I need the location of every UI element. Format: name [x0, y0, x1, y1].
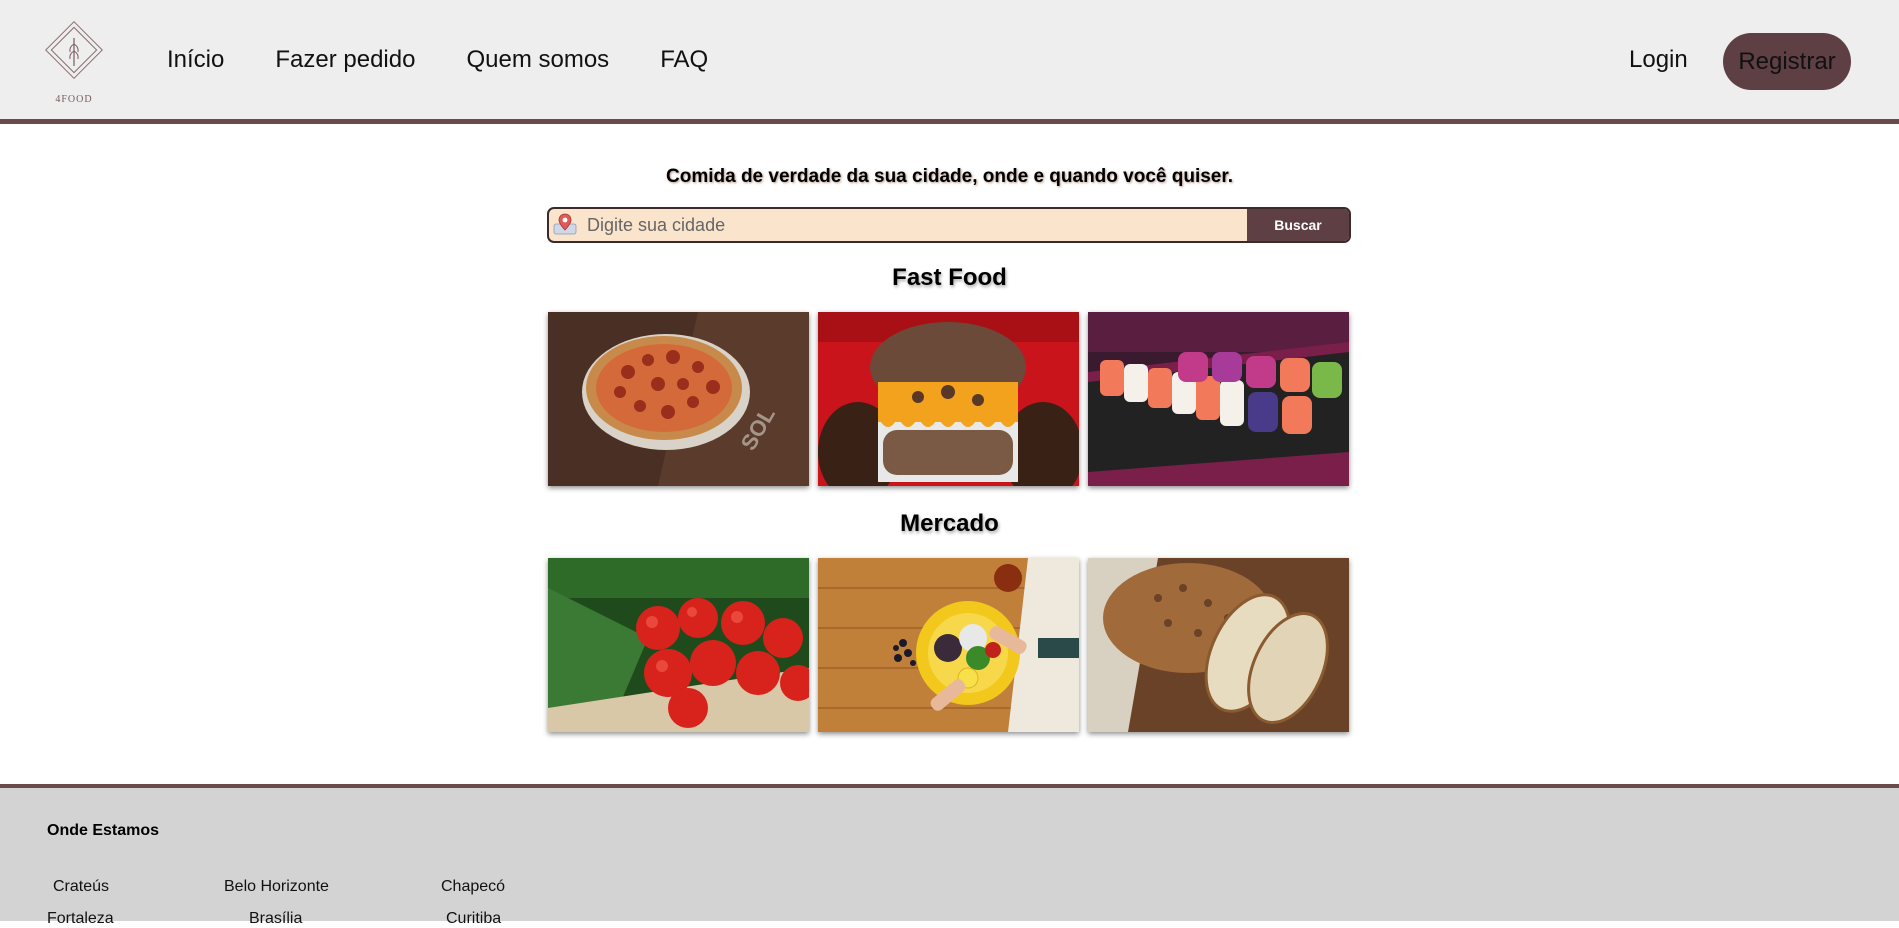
- fast-food-grid: SOL: [548, 312, 1349, 486]
- burger-image: [818, 312, 1079, 486]
- tile-sushi[interactable]: [1088, 312, 1349, 486]
- nav-faq[interactable]: FAQ: [660, 46, 708, 74]
- section-title-mercado: Mercado: [900, 510, 999, 537]
- tomatoes-image: [548, 558, 809, 732]
- logo-text: 4FOOD: [55, 94, 93, 105]
- login-link[interactable]: Login: [1629, 46, 1688, 74]
- tile-tomatoes[interactable]: [548, 558, 809, 732]
- sushi-image: [1088, 312, 1349, 486]
- city-search-input[interactable]: [587, 209, 1287, 241]
- search-button[interactable]: Buscar: [1247, 209, 1349, 241]
- tile-bread[interactable]: [1088, 558, 1349, 732]
- site-footer: Onde Estamos Crateús Belo Horizonte Chap…: [0, 784, 1899, 927]
- tile-salad[interactable]: [818, 558, 1079, 732]
- mercado-grid: [548, 558, 1349, 732]
- map-pin-icon: [553, 213, 577, 235]
- nav-fazer-pedido[interactable]: Fazer pedido: [275, 46, 415, 74]
- city-item-curitiba[interactable]: Curitiba: [446, 910, 501, 928]
- bread-image: [1088, 558, 1349, 732]
- salad-image: [818, 558, 1079, 732]
- footer-title: Onde Estamos: [47, 822, 160, 839]
- site-header: 4FOOD Início Fazer pedido Quem somos FAQ…: [0, 0, 1899, 124]
- city-item-brasilia[interactable]: Brasília: [249, 910, 302, 928]
- tile-burger[interactable]: [818, 312, 1079, 486]
- hero-tagline: Comida de verdade da sua cidade, onde e …: [666, 166, 1233, 187]
- tile-pizza[interactable]: SOL: [548, 312, 809, 486]
- main-nav: Início Fazer pedido Quem somos FAQ: [167, 46, 759, 74]
- section-title-fast-food: Fast Food: [892, 264, 1007, 291]
- nav-quem-somos[interactable]: Quem somos: [466, 46, 609, 74]
- nav-inicio[interactable]: Início: [167, 46, 224, 74]
- city-item-chapeco[interactable]: Chapecó: [441, 878, 505, 896]
- city-item-belo-horizonte[interactable]: Belo Horizonte: [224, 878, 329, 896]
- brand-logo[interactable]: 4FOOD: [40, 16, 108, 108]
- wheat-diamond-icon: [45, 21, 103, 79]
- city-item-crateus[interactable]: Crateús: [53, 878, 109, 896]
- register-button[interactable]: Registrar: [1723, 33, 1851, 90]
- pizza-image: SOL: [548, 312, 809, 486]
- city-search-bar: Buscar: [547, 207, 1351, 243]
- city-item-fortaleza[interactable]: Fortaleza: [47, 910, 114, 928]
